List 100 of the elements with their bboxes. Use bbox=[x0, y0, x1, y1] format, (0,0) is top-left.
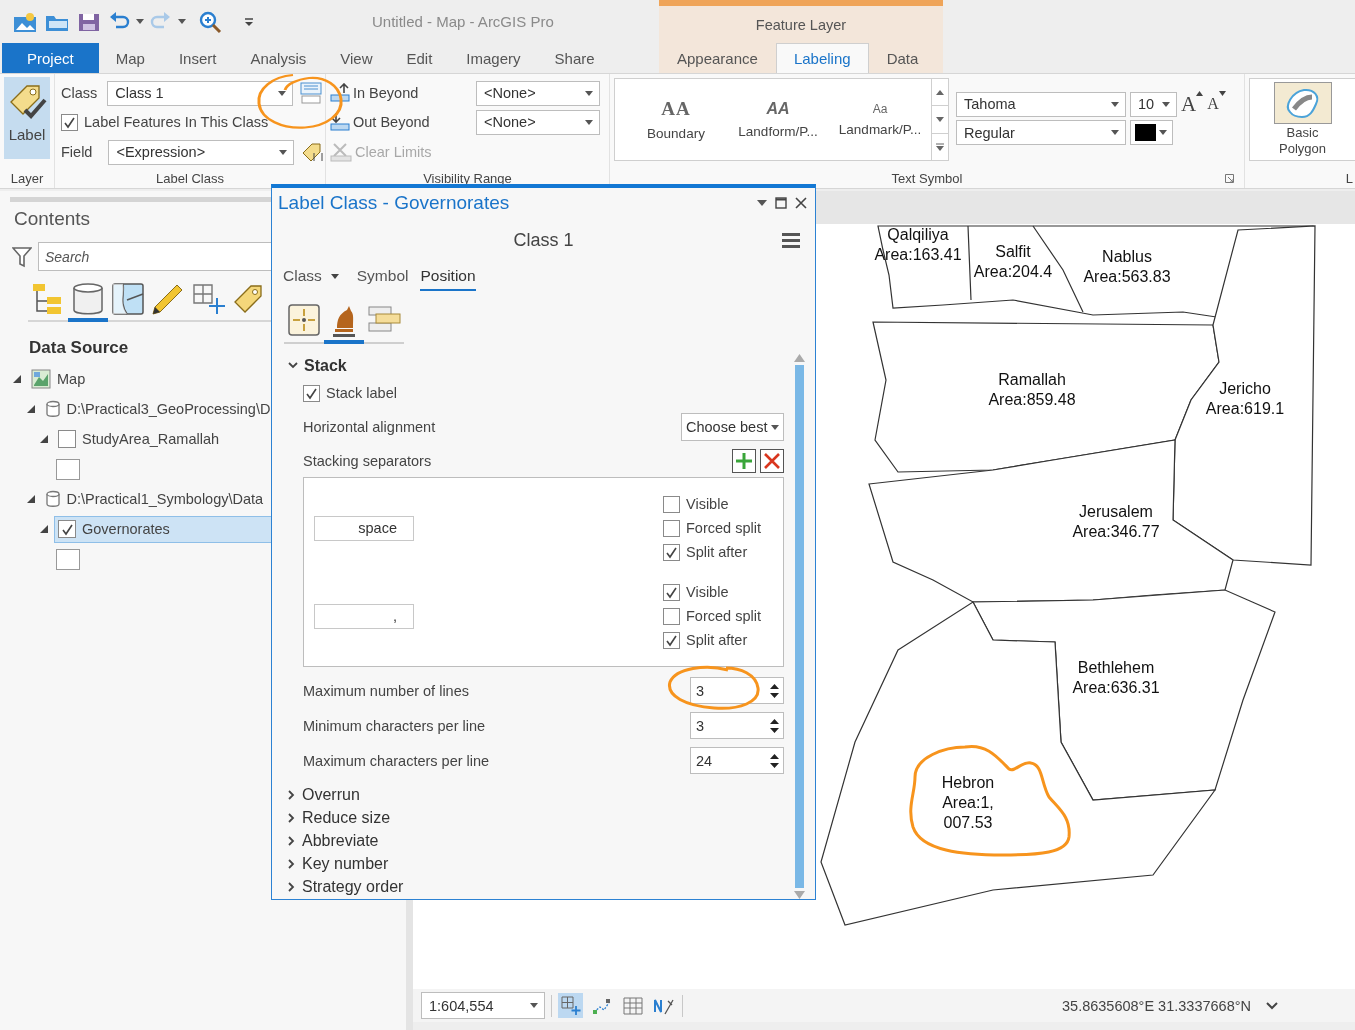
ribbon-tab[interactable]: Analysis bbox=[233, 43, 324, 73]
field-label: Minimum characters per line bbox=[303, 717, 486, 734]
scale-limit-button[interactable]: In Beyond bbox=[330, 80, 419, 106]
checkbox[interactable] bbox=[58, 430, 76, 448]
tree-item[interactable]: StudyArea_Ramallah bbox=[54, 425, 225, 453]
grow-font-button[interactable]: A bbox=[1181, 91, 1204, 117]
tree-item[interactable]: Map bbox=[27, 365, 91, 393]
scale-limit-button[interactable]: Out Beyond bbox=[330, 109, 430, 135]
chevron-right-icon bbox=[288, 790, 296, 801]
map-label: Nablus Area:563.83 bbox=[1083, 247, 1171, 287]
alignment-dropdown[interactable]: Choose best bbox=[681, 413, 784, 442]
symbol-swatch[interactable] bbox=[56, 548, 80, 570]
section-header[interactable]: Key number bbox=[288, 852, 784, 876]
scale-dropdown[interactable]: 1:604,554 bbox=[421, 992, 545, 1019]
color-dropdown[interactable] bbox=[1130, 120, 1173, 145]
tree-item[interactable]: D:\Practical1_Symbology\Data bbox=[40, 485, 269, 513]
ribbon-tab[interactable]: Data bbox=[868, 43, 937, 73]
style-gallery-item[interactable]: AA Boundary bbox=[625, 84, 727, 155]
style-gallery-item[interactable]: AA Landform/P... bbox=[727, 84, 829, 155]
section-header[interactable]: Reduce size bbox=[288, 806, 784, 830]
more-icon bbox=[936, 142, 944, 151]
caret-icon bbox=[585, 90, 593, 96]
symbol-swatch[interactable] bbox=[56, 458, 80, 480]
dialog-title: Label Class - Governorates bbox=[278, 192, 510, 214]
polygon-label-icon bbox=[1273, 82, 1332, 124]
customize-caret-icon[interactable] bbox=[244, 16, 254, 27]
field-label: Maximum number of lines bbox=[303, 682, 469, 699]
scale-dropdown[interactable]: <None> bbox=[476, 80, 600, 106]
ribbon-tab[interactable]: Appearance bbox=[659, 43, 776, 73]
field-dropdown[interactable]: <Expression> bbox=[108, 139, 295, 165]
checkbox[interactable] bbox=[663, 631, 680, 649]
tag-expression-icon[interactable] bbox=[300, 141, 325, 163]
caret-icon bbox=[1159, 130, 1167, 135]
ribbon-tab[interactable]: Imagery bbox=[449, 43, 538, 73]
class-dropdown[interactable]: Class 1 bbox=[107, 80, 294, 106]
checkbox[interactable] bbox=[663, 519, 680, 537]
checkbox[interactable] bbox=[663, 495, 680, 513]
ribbon-tab[interactable]: View bbox=[323, 43, 390, 73]
font-dropdown[interactable]: Tahoma bbox=[956, 91, 1126, 117]
ribbon-tab[interactable]: Insert bbox=[161, 43, 234, 73]
dialog-launcher-icon[interactable] bbox=[1225, 174, 1234, 183]
grid-plus-icon bbox=[560, 995, 581, 1016]
maximize-icon[interactable] bbox=[775, 197, 787, 209]
caret-icon bbox=[771, 424, 779, 430]
toolbar-button[interactable] bbox=[558, 993, 583, 1018]
ribbon-tab[interactable]: Map bbox=[98, 43, 162, 73]
window-title: Untitled - Map - ArcGIS Pro bbox=[372, 13, 554, 30]
style-gallery-item[interactable]: Aa Landmark/P... bbox=[829, 84, 931, 155]
zoom-in-icon[interactable] bbox=[198, 9, 224, 34]
ribbon-tab[interactable]: Labeling bbox=[775, 43, 869, 73]
separator-field[interactable]: , bbox=[314, 603, 414, 629]
close-icon[interactable] bbox=[795, 197, 807, 209]
number-spinner[interactable]: 24 bbox=[690, 747, 784, 775]
checkbox[interactable] bbox=[303, 384, 320, 402]
collapse-arrow-icon[interactable] bbox=[25, 494, 36, 504]
ribbon-tab[interactable]: Share bbox=[537, 43, 612, 73]
caret-icon bbox=[1111, 101, 1119, 107]
section-header[interactable]: Abbreviate bbox=[288, 829, 784, 853]
checkbox[interactable] bbox=[58, 520, 76, 538]
label-button[interactable]: Label bbox=[4, 77, 50, 159]
menu-icon[interactable] bbox=[781, 232, 801, 249]
caret-icon[interactable] bbox=[757, 200, 767, 206]
field-label: Stacking separators bbox=[303, 453, 432, 470]
cylinder-icon bbox=[71, 282, 105, 316]
tree-item[interactable]: D:\Practical3_GeoProcessing\D bbox=[40, 395, 276, 423]
section-header[interactable]: Strategy order bbox=[288, 875, 784, 899]
filter-icon[interactable] bbox=[12, 245, 32, 268]
collapse-arrow-icon[interactable] bbox=[25, 404, 36, 414]
collapse-arrow-icon[interactable] bbox=[39, 434, 49, 444]
picture-folder-icon[interactable] bbox=[12, 10, 38, 33]
separator-field[interactable]: space bbox=[314, 515, 414, 541]
caret-icon bbox=[136, 19, 144, 24]
section-header[interactable]: Overrun bbox=[288, 783, 784, 807]
section-header[interactable]: Stack bbox=[288, 354, 784, 378]
number-spinner[interactable]: 3 bbox=[690, 712, 784, 740]
coordinates: 35.8635608°E 31.3337668°N bbox=[1062, 997, 1251, 1014]
map-label: Jerusalem Area:346.77 bbox=[1072, 502, 1160, 542]
collapse-arrow-icon[interactable] bbox=[39, 524, 49, 534]
checkbox[interactable] bbox=[663, 543, 680, 561]
font-size-dropdown[interactable]: 10 bbox=[1130, 91, 1177, 117]
add-button[interactable] bbox=[732, 449, 756, 474]
checkbox[interactable] bbox=[663, 583, 680, 601]
placement-button[interactable]: Basic Polygon bbox=[1249, 78, 1355, 161]
number-spinner[interactable]: 3 bbox=[690, 677, 784, 705]
caret-up-icon bbox=[936, 89, 944, 95]
checkbox[interactable] bbox=[61, 113, 78, 131]
ribbon-tab[interactable]: Project bbox=[2, 43, 99, 73]
ribbon-tab[interactable]: Edit bbox=[389, 43, 450, 73]
database-icon bbox=[44, 400, 61, 418]
font-style-dropdown[interactable]: Regular bbox=[956, 120, 1126, 145]
scale-dropdown[interactable]: <None> bbox=[476, 109, 600, 135]
delete-button[interactable] bbox=[760, 449, 784, 474]
collapse-arrow-icon[interactable] bbox=[12, 374, 22, 384]
shrink-font-button[interactable]: A bbox=[1207, 91, 1226, 117]
spin-arrows-icon bbox=[770, 682, 779, 699]
close-icon bbox=[764, 453, 780, 470]
dialog-tab[interactable]: Position bbox=[420, 266, 476, 291]
checkbox[interactable] bbox=[663, 607, 680, 625]
chevron-down-icon[interactable] bbox=[1265, 1000, 1279, 1011]
view-tab[interactable] bbox=[68, 280, 108, 322]
